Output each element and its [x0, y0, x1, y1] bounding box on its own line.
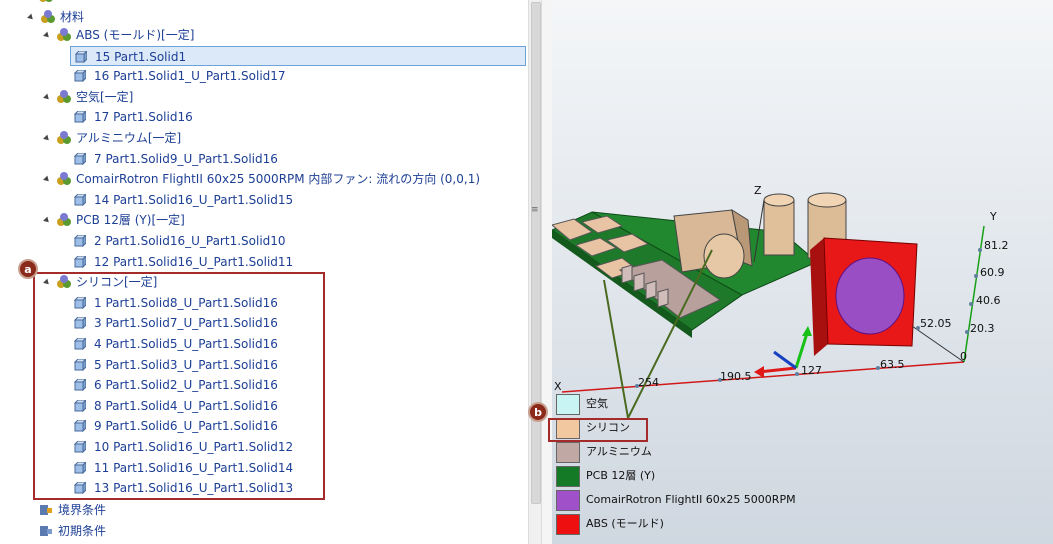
panel-splitter[interactable] [542, 0, 552, 544]
tree-node-solid-body[interactable]: 7 Part1.Solid9_U_Part1.Solid16 [74, 149, 374, 169]
initial-condition-icon [40, 526, 52, 536]
tree-node-label: 空気[一定] [76, 90, 134, 104]
legend-label: PCB 12層 (Y) [586, 469, 656, 482]
legend-swatch [556, 442, 580, 463]
tree-node-material-group[interactable]: アルミニウム[一定] [43, 128, 514, 148]
legend-label: ComairRotron FlightII 60x25 5000RPM [586, 493, 796, 506]
legend-swatch [556, 466, 580, 487]
callout-b-badge: b [528, 402, 548, 422]
tree-node-label: 境界条件 [58, 503, 107, 517]
expand-arrow-icon[interactable] [43, 175, 51, 184]
expand-arrow-icon[interactable] [43, 216, 51, 225]
tree-node-label: 7 Part1.Solid9_U_Part1.Solid16 [94, 152, 278, 166]
tree-node-material-group[interactable]: PCB 12層 (Y)[一定] [43, 210, 514, 230]
legend-label: 空気 [586, 397, 608, 410]
x-tick-label: 63.5 [880, 358, 905, 371]
scrollbar-thumb[interactable] [531, 2, 541, 504]
legend-entry: ComairRotron FlightII 60x25 5000RPM [556, 489, 856, 511]
tree-node-solid-body[interactable]: 2 Part1.Solid16_U_Part1.Solid10 [74, 231, 374, 251]
tree-node-label: PCB 12層 (Y)[一定] [76, 213, 185, 227]
solid-body-icon [74, 111, 86, 123]
tree-node-label: アルミニウム[一定] [76, 131, 182, 145]
tree-node-label: 17 Part1.Solid16 [94, 110, 193, 124]
legend-entry: PCB 12層 (Y) [556, 465, 856, 487]
y-tick-label: 81.2 [984, 239, 1009, 252]
material-icon [57, 131, 71, 144]
callout-a-badge: a [18, 259, 38, 279]
splitter-grip-icon: ≡ [531, 205, 539, 215]
capacitor-top [807, 192, 847, 208]
solid-body-icon [74, 194, 86, 206]
tree-node-label: ABS (モールド)[一定] [76, 28, 195, 42]
tree-node-label: 16 Part1.Solid1_U_Part1.Solid17 [94, 69, 286, 83]
tree-node-material-group[interactable]: ComairRotron FlightII 60x25 5000RPM 内部ファ… [43, 169, 514, 189]
legend-swatch [556, 490, 580, 511]
tree-node-solid-body[interactable]: 14 Part1.Solid16_U_Part1.Solid15 [74, 190, 374, 210]
tree-node-label: 材料 [60, 10, 85, 24]
material-icon [41, 10, 55, 23]
y-tick-label: 20.3 [970, 322, 995, 335]
x-tick-label: 0 [960, 350, 967, 363]
callout-b-frame [548, 418, 648, 442]
tree-node-label: 15 Part1.Solid1 [95, 50, 187, 64]
legend-label: アルミニウム [586, 445, 652, 458]
capacitor-top [763, 193, 795, 207]
tree-node-solid-body[interactable]: 16 Part1.Solid1_U_Part1.Solid17 [74, 66, 374, 86]
expand-arrow-icon[interactable] [43, 31, 51, 40]
tree-node-label: 12 Part1.Solid16_U_Part1.Solid11 [94, 255, 294, 269]
tree-node-material-group[interactable]: 空気[一定] [43, 87, 514, 107]
fan-rotor [835, 257, 905, 335]
tree-node-boundary-conditions[interactable]: 境界条件 [38, 500, 238, 520]
y-tick-label: 60.9 [980, 266, 1005, 279]
legend-entry: 空気 [556, 393, 856, 415]
legend-swatch [556, 394, 580, 415]
legend-label: ABS (モールド) [586, 517, 664, 530]
tree-node-label: 初期条件 [58, 524, 107, 538]
solid-body-icon [74, 153, 86, 165]
capacitor [763, 199, 795, 256]
tree-node-initial-conditions[interactable]: 初期条件 [38, 521, 238, 541]
material-icon [39, 0, 53, 2]
solid-body-icon [74, 235, 86, 247]
tree-node-material-group[interactable]: ABS (モールド)[一定] [43, 25, 514, 45]
material-icon [57, 213, 71, 226]
model-tree: 材料 ABS (モールド)[一定] 15 Part1.Solid1 16 Part1… [0, 0, 528, 544]
tree-node-solid-body[interactable]: 15 Part1.Solid1 [70, 46, 526, 66]
tree-node-materials[interactable]: 材料 [27, 7, 228, 27]
vertical-scrollbar[interactable]: ≡ [528, 0, 542, 544]
z-tick-label: 52.05 [920, 317, 952, 330]
tree-node-solid-body[interactable]: 12 Part1.Solid16_U_Part1.Solid11 [74, 252, 374, 272]
solid-body-icon [75, 51, 87, 63]
tree-node-label: 2 Part1.Solid16_U_Part1.Solid10 [94, 234, 286, 248]
tree-node-label: 14 Part1.Solid16_U_Part1.Solid15 [94, 193, 294, 207]
legend-entry: アルミニウム [556, 441, 856, 463]
x-tick-label: 254 [638, 376, 659, 389]
solid-body-icon [74, 256, 86, 268]
x-axis-label: X [554, 380, 562, 393]
legend-swatch [556, 514, 580, 535]
expand-arrow-icon[interactable] [43, 93, 51, 102]
material-icon [57, 28, 71, 41]
solid-body-icon [74, 70, 86, 82]
expand-arrow-icon[interactable] [27, 13, 35, 22]
boundary-condition-icon [40, 505, 52, 515]
material-icon [57, 90, 71, 103]
tree-root-partial [30, 0, 70, 6]
material-icon [57, 172, 71, 185]
y-tick-label: 40.6 [976, 294, 1001, 307]
callout-a-frame [33, 272, 325, 500]
x-tick-label: 127 [801, 364, 822, 377]
tree-node-solid-body[interactable]: 17 Part1.Solid16 [74, 107, 374, 127]
legend-entry: ABS (モールド) [556, 513, 856, 535]
y-axis-label: Y [990, 210, 997, 223]
tree-node-label: ComairRotron FlightII 60x25 5000RPM 内部ファ… [76, 172, 481, 186]
x-tick-label: 190.5 [720, 370, 752, 383]
z-axis-label: Z [754, 184, 762, 197]
expand-arrow-icon[interactable] [43, 134, 51, 143]
